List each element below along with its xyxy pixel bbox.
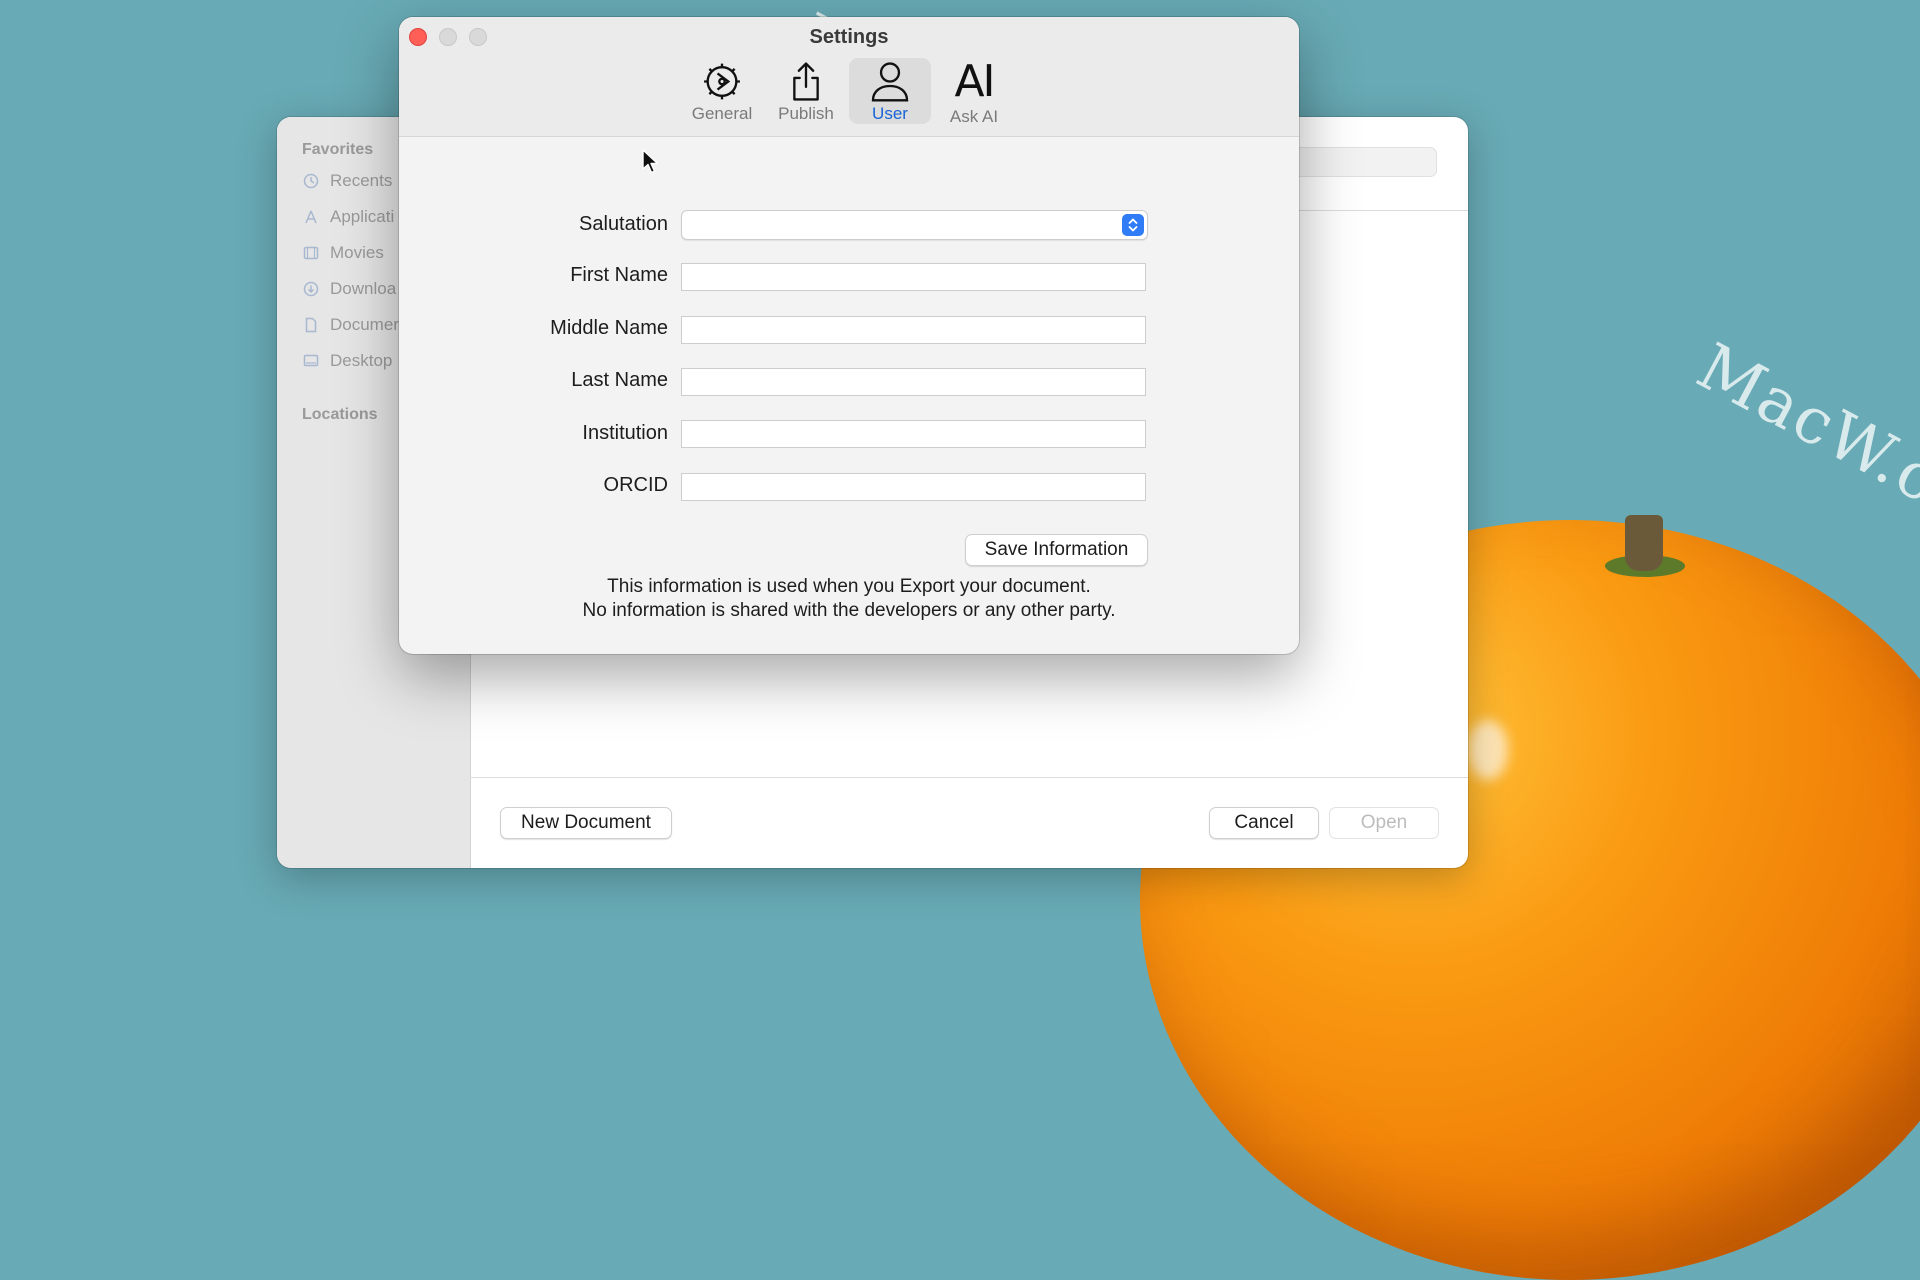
tab-ask-ai[interactable]: AI Ask AI [933,56,1015,127]
mouse-cursor-icon [642,149,659,174]
tab-general[interactable]: General [681,58,763,124]
first-name-label: First Name [570,264,668,286]
last-name-field[interactable] [681,368,1146,396]
new-document-button[interactable]: New Document [500,807,672,839]
watermark: MacW.com [1685,330,1920,567]
middle-name-label: Middle Name [550,317,668,339]
last-name-label: Last Name [571,369,668,391]
orcid-field[interactable] [681,473,1146,501]
sidebar-section-locations: Locations [302,406,378,423]
institution-field[interactable] [681,420,1146,448]
clock-icon [302,172,320,190]
open-button[interactable]: Open [1329,807,1439,839]
info-text: This information is used when you Export… [399,575,1299,623]
gear-icon [704,63,740,100]
info-line: No information is shared with the develo… [582,600,1116,621]
sidebar-section-favorites: Favorites [302,141,374,158]
tab-publish[interactable]: Publish [765,58,847,124]
first-name-field[interactable] [681,263,1146,291]
sidebar-item-label: Recents [330,171,393,190]
applications-icon [302,208,320,226]
desktop-icon [302,352,320,370]
tab-label: General [691,104,753,123]
wallpaper-stem [1625,515,1663,571]
middle-name-field[interactable] [681,316,1146,344]
info-line: This information is used when you Export… [607,576,1091,597]
settings-toolbar: Settings General Publish User AI Ask AI [399,17,1299,137]
share-icon [793,62,819,101]
sidebar-item-label: Desktop [330,351,393,370]
divider [470,777,1468,778]
sidebar-item-label: Applicati [330,207,395,226]
document-icon [302,316,320,334]
settings-window: Settings General Publish User AI Ask AI … [399,17,1299,654]
cancel-button[interactable]: Cancel [1209,807,1319,839]
save-information-button[interactable]: Save Information [965,534,1148,566]
sidebar-item-label: Movies [330,243,384,262]
popup-stepper-icon [1122,214,1144,236]
salutation-label: Salutation [579,213,668,235]
film-icon [302,244,320,262]
sidebar-item-label: Downloa [330,279,397,298]
institution-label: Institution [582,422,668,444]
salutation-select[interactable] [681,210,1148,240]
wallpaper-highlight [1468,720,1508,780]
tab-label: Ask AI [949,107,999,126]
person-icon [871,62,909,102]
ai-icon: AI [954,56,995,107]
tab-user[interactable]: User [849,58,931,124]
window-title: Settings [809,26,889,48]
tab-label: Publish [778,104,834,123]
tab-label: User [872,104,908,123]
download-icon [302,280,320,298]
sidebar-item-label: Documer [330,315,399,334]
orcid-label: ORCID [603,474,668,496]
